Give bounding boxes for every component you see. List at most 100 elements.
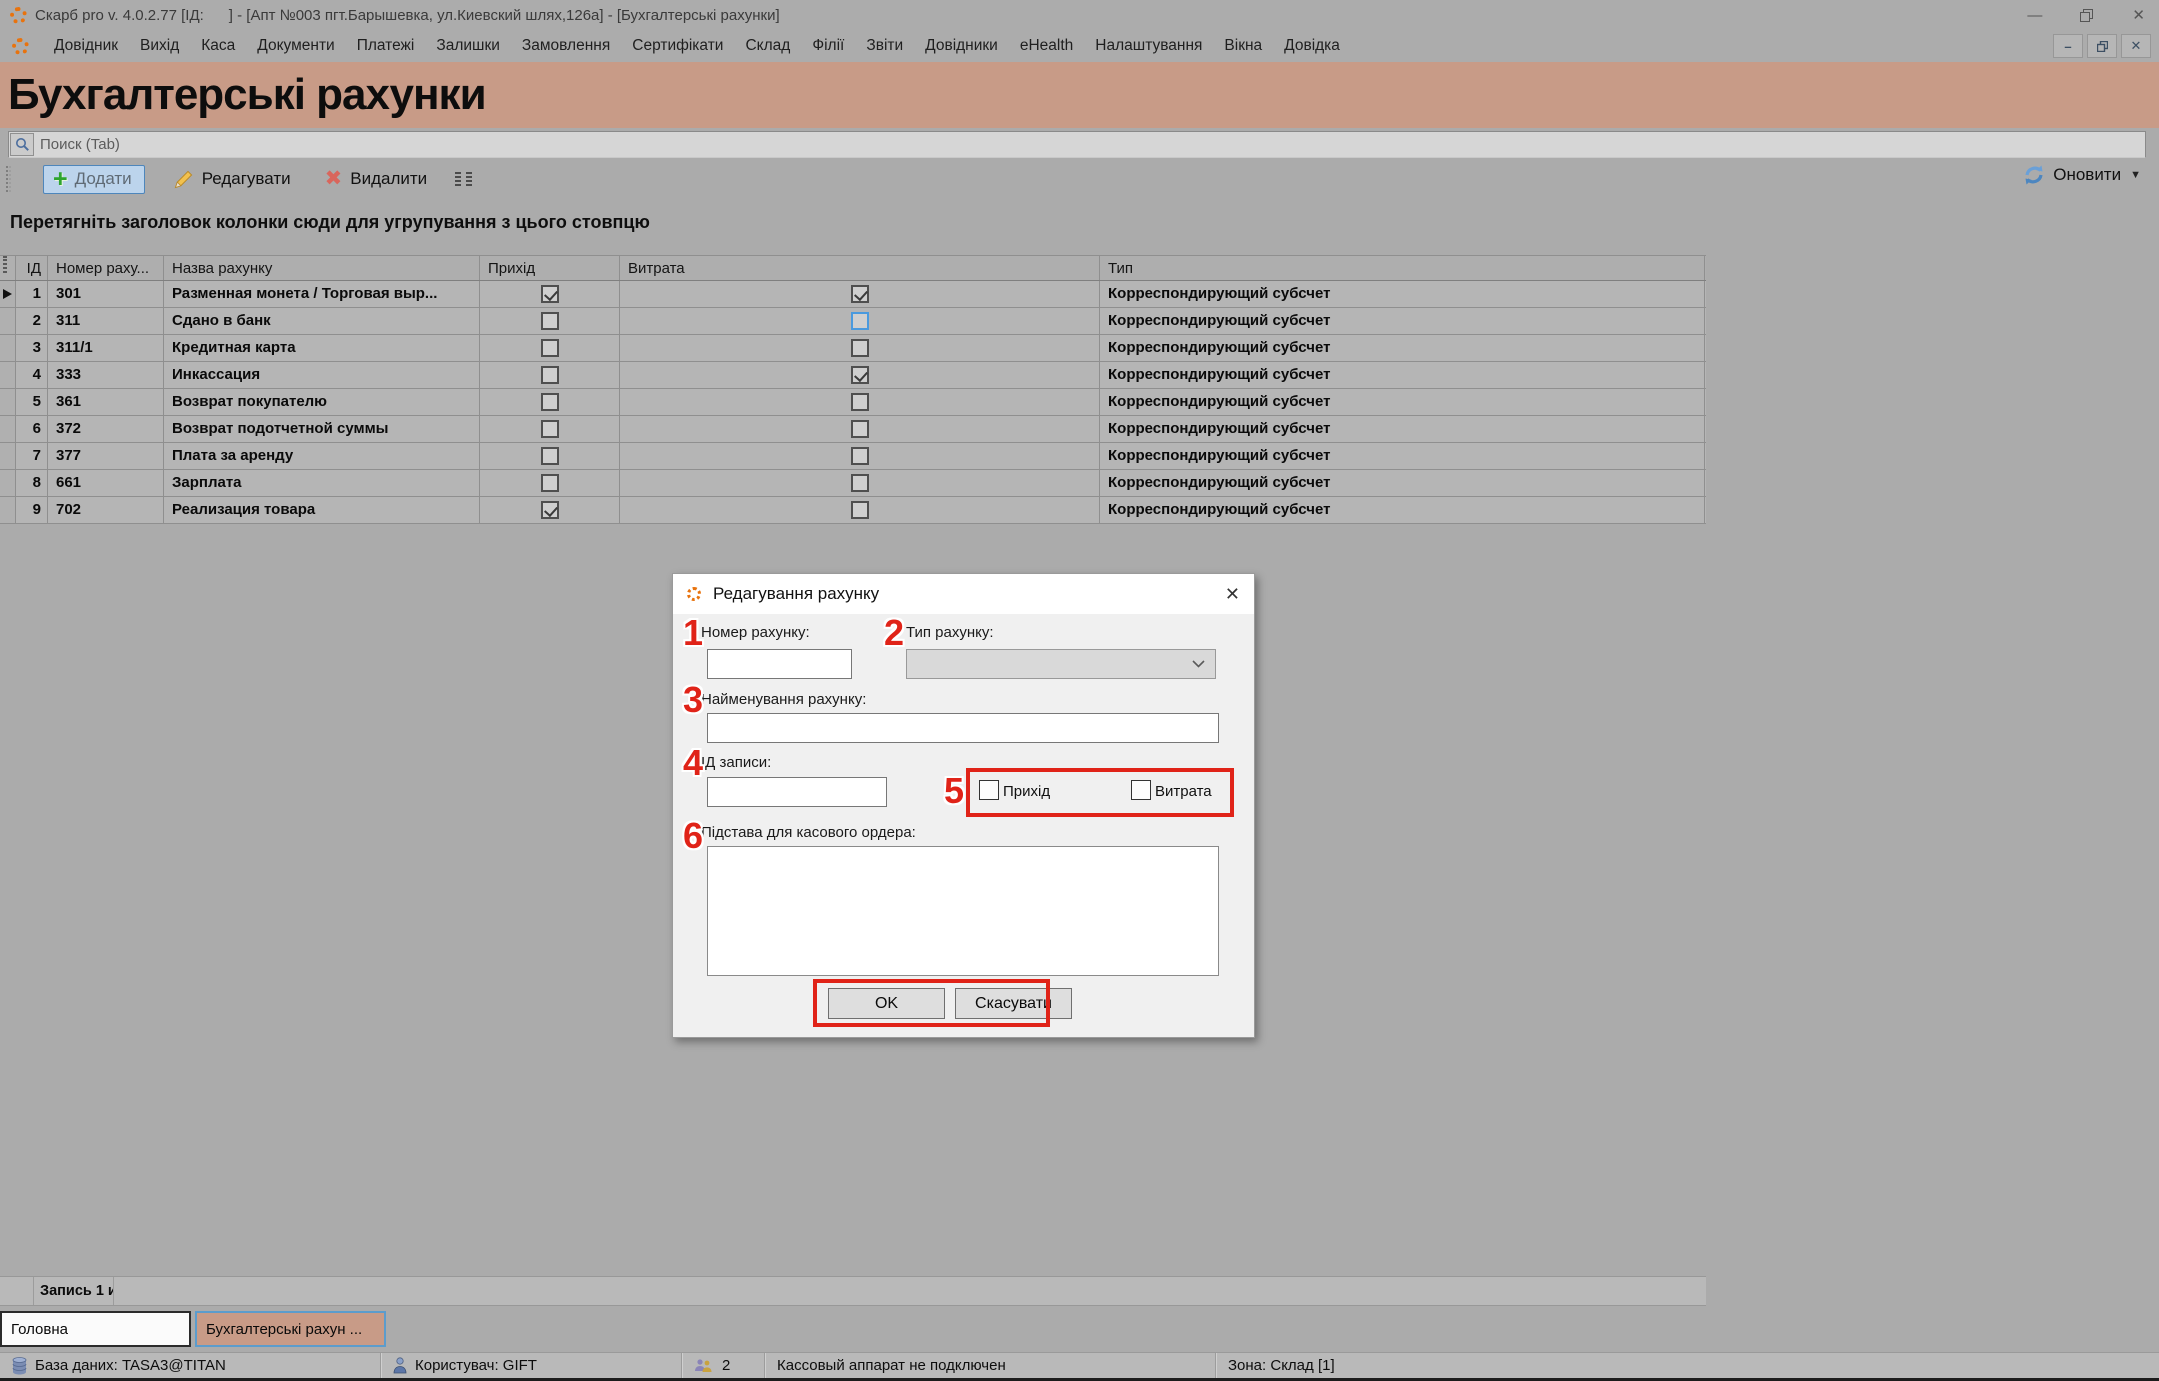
columns-icon[interactable] bbox=[453, 169, 475, 189]
row-selector-cell[interactable] bbox=[0, 470, 16, 496]
groupby-hint[interactable]: Перетягніть заголовок колонки сюди для у… bbox=[10, 212, 650, 233]
column-header-prihid[interactable]: Прихід bbox=[480, 256, 620, 280]
row-selector-cell[interactable] bbox=[0, 443, 16, 469]
cell-tip[interactable]: Корреспондирующий субсчет bbox=[1100, 362, 1705, 388]
cell-tip[interactable]: Корреспондирующий субсчет bbox=[1100, 443, 1705, 469]
menu-item-13[interactable]: Налаштування bbox=[1084, 33, 1213, 59]
table-row[interactable]: 9702Реализация товараКорреспондирующий с… bbox=[0, 497, 1706, 524]
refresh-dropdown-caret[interactable]: ▼ bbox=[2130, 169, 2141, 181]
column-header-name[interactable]: Назва рахунку bbox=[164, 256, 480, 280]
table-row[interactable]: 4333Инкассация Корреспондирующий субсчет bbox=[0, 362, 1706, 389]
table-row[interactable]: 6372Возврат подотчетной суммыКорреспонди… bbox=[0, 416, 1706, 443]
table-row[interactable]: 2311Сдано в банк Корреспондирующий субсче… bbox=[0, 308, 1706, 335]
menu-item-3[interactable]: Документи bbox=[246, 33, 345, 59]
row-selector-cell[interactable] bbox=[0, 335, 16, 361]
cell-tip[interactable]: Корреспондирующий субсчет bbox=[1100, 389, 1705, 415]
cell-name[interactable]: Сдано в банк bbox=[164, 308, 480, 334]
cell-tip[interactable]: Корреспондирующий субсчет bbox=[1100, 308, 1705, 334]
cell-num[interactable]: 372 bbox=[48, 416, 164, 442]
restore-button[interactable] bbox=[2080, 9, 2094, 22]
cash-order-textarea[interactable] bbox=[707, 846, 1219, 976]
search-icon[interactable] bbox=[10, 133, 34, 156]
vitrata-checkbox[interactable] bbox=[851, 339, 869, 357]
prihid-checkbox[interactable] bbox=[541, 312, 559, 330]
row-selector-cell[interactable] bbox=[0, 362, 16, 388]
account-type-select[interactable] bbox=[906, 649, 1216, 679]
refresh-button[interactable]: Оновити ▼ bbox=[2022, 164, 2141, 186]
prihid-checkbox[interactable] bbox=[541, 339, 559, 357]
toolbar-grip[interactable] bbox=[6, 166, 11, 192]
cell-id[interactable]: 4 bbox=[16, 362, 48, 388]
cell-num[interactable]: 301 bbox=[48, 281, 164, 307]
column-header-tip[interactable]: Тип bbox=[1100, 256, 1705, 280]
row-selector-cell[interactable] bbox=[0, 389, 16, 415]
cell-num[interactable]: 702 bbox=[48, 497, 164, 523]
cell-num[interactable]: 311 bbox=[48, 308, 164, 334]
vitrata-checkbox[interactable] bbox=[851, 474, 869, 492]
cell-tip[interactable]: Корреспондирующий субсчет bbox=[1100, 335, 1705, 361]
table-row[interactable]: 5361Возврат покупателюКорреспондирующий … bbox=[0, 389, 1706, 416]
cell-id[interactable]: 6 bbox=[16, 416, 48, 442]
cell-name[interactable]: Возврат подотчетной суммы bbox=[164, 416, 480, 442]
taskbar-tab-0[interactable]: Головна bbox=[0, 1311, 191, 1347]
add-button[interactable]: + Додати bbox=[43, 165, 145, 194]
table-row[interactable]: 7377Плата за арендуКорреспондирующий суб… bbox=[0, 443, 1706, 470]
menu-item-6[interactable]: Замовлення bbox=[511, 33, 621, 59]
cell-num[interactable]: 377 bbox=[48, 443, 164, 469]
menu-item-4[interactable]: Платежі bbox=[346, 33, 426, 59]
row-selector-cell[interactable] bbox=[0, 281, 16, 307]
cell-name[interactable]: Разменная монета / Торговая выр... bbox=[164, 281, 480, 307]
row-selector-cell[interactable] bbox=[0, 416, 16, 442]
close-button[interactable]: ✕ bbox=[2132, 8, 2145, 23]
column-header-num[interactable]: Номер раху... bbox=[48, 256, 164, 280]
cell-name[interactable]: Реализация товара bbox=[164, 497, 480, 523]
prihid-checkbox[interactable] bbox=[541, 501, 559, 519]
row-selector-cell[interactable] bbox=[0, 308, 16, 334]
menu-item-2[interactable]: Каса bbox=[190, 33, 246, 59]
column-header-selector[interactable] bbox=[0, 256, 16, 280]
menu-item-0[interactable]: Довідник bbox=[43, 33, 129, 59]
table-row[interactable]: 3311/1Кредитная карта Корреспондирующий с… bbox=[0, 335, 1706, 362]
table-row[interactable]: 8661Зарплата Корреспондирующий субсчет bbox=[0, 470, 1706, 497]
cell-name[interactable]: Инкассация bbox=[164, 362, 480, 388]
cell-id[interactable]: 8 bbox=[16, 470, 48, 496]
table-row[interactable]: 1301Разменная монета / Торговая выр... Ко… bbox=[0, 281, 1706, 308]
dialog-close-icon[interactable]: ✕ bbox=[1225, 584, 1240, 605]
cell-id[interactable]: 1 bbox=[16, 281, 48, 307]
menu-item-8[interactable]: Склад bbox=[734, 33, 801, 59]
menu-item-1[interactable]: Вихід bbox=[129, 33, 190, 59]
grid-options-icon[interactable] bbox=[3, 256, 7, 273]
menu-item-7[interactable]: Сертифікати bbox=[621, 33, 734, 59]
cell-name[interactable]: Возврат покупателю bbox=[164, 389, 480, 415]
cell-id[interactable]: 2 bbox=[16, 308, 48, 334]
prihid-checkbox[interactable] bbox=[541, 474, 559, 492]
cell-tip[interactable]: Корреспондирующий субсчет bbox=[1100, 497, 1705, 523]
cell-name[interactable]: Зарплата bbox=[164, 470, 480, 496]
prihid-checkbox[interactable] bbox=[541, 420, 559, 438]
delete-button[interactable]: ✖ Видалити bbox=[319, 166, 434, 192]
menu-item-9[interactable]: Філії bbox=[801, 33, 855, 59]
vitrata-checkbox[interactable] bbox=[851, 447, 869, 465]
search-input[interactable]: Поиск (Tab) bbox=[8, 131, 2146, 158]
cell-num[interactable]: 661 bbox=[48, 470, 164, 496]
cell-tip[interactable]: Корреспондирующий субсчет bbox=[1100, 281, 1705, 307]
cell-num[interactable]: 333 bbox=[48, 362, 164, 388]
cell-num[interactable]: 311/1 bbox=[48, 335, 164, 361]
mdi-minimize-button[interactable]: – bbox=[2053, 34, 2083, 58]
menu-item-10[interactable]: Звіти bbox=[855, 33, 914, 59]
cell-id[interactable]: 5 bbox=[16, 389, 48, 415]
cell-id[interactable]: 3 bbox=[16, 335, 48, 361]
vitrata-checkbox[interactable] bbox=[851, 366, 869, 384]
mdi-close-button[interactable]: ✕ bbox=[2121, 34, 2151, 58]
cell-name[interactable]: Плата за аренду bbox=[164, 443, 480, 469]
taskbar-tab-1[interactable]: Бухгалтерські рахун ... bbox=[195, 1311, 386, 1347]
record-id-input[interactable] bbox=[707, 777, 887, 807]
cell-name[interactable]: Кредитная карта bbox=[164, 335, 480, 361]
row-selector-cell[interactable] bbox=[0, 497, 16, 523]
menu-item-5[interactable]: Залишки bbox=[425, 33, 511, 59]
cell-tip[interactable]: Корреспондирующий субсчет bbox=[1100, 470, 1705, 496]
prihid-checkbox[interactable] bbox=[541, 447, 559, 465]
menu-item-14[interactable]: Вікна bbox=[1213, 33, 1273, 59]
account-name-input[interactable] bbox=[707, 713, 1219, 743]
edit-button[interactable]: Редагувати bbox=[167, 166, 297, 193]
